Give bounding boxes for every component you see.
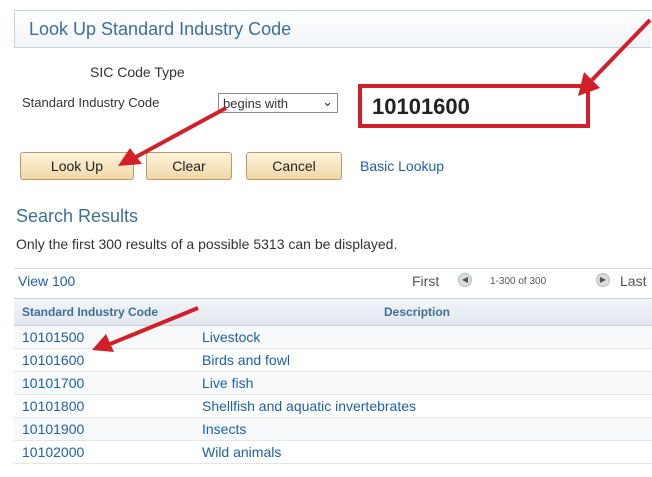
column-header-code[interactable]: Standard Industry Code — [22, 305, 158, 319]
row-description-link[interactable]: Birds and fowl — [202, 352, 290, 368]
row-description-link[interactable]: Insects — [202, 421, 246, 437]
results-navigation: View 100 First ◀ 1-300 of 300 ▶ Last — [14, 268, 652, 293]
standard-industry-code-label: Standard Industry Code — [22, 95, 160, 110]
table-row: 10102000 Wild animals — [14, 441, 652, 464]
sic-code-input[interactable]: 10101600 — [358, 84, 590, 128]
sic-code-type-label: SIC Code Type — [90, 64, 185, 80]
page-header: Look Up Standard Industry Code — [14, 10, 651, 48]
row-code-link[interactable]: 10101600 — [22, 352, 84, 368]
row-code-link[interactable]: 10101500 — [22, 329, 84, 345]
sic-code-input-value: 10101600 — [372, 94, 470, 119]
basic-lookup-link[interactable]: Basic Lookup — [360, 158, 444, 174]
circle-right-arrow-icon[interactable]: ▶ — [596, 273, 610, 287]
search-operator-select[interactable]: begins with ⌄ — [218, 93, 338, 113]
table-header: Standard Industry Code Description — [14, 298, 652, 326]
row-code-link[interactable]: 10101700 — [22, 375, 84, 391]
circle-left-arrow-icon[interactable]: ◀ — [458, 273, 472, 287]
look-up-button[interactable]: Look Up — [20, 152, 134, 180]
cancel-button[interactable]: Cancel — [246, 152, 342, 180]
row-description-link[interactable]: Shellfish and aquatic invertebrates — [202, 398, 416, 414]
first-page-link[interactable]: First — [412, 273, 439, 289]
row-code-link[interactable]: 10101800 — [22, 398, 84, 414]
page-title: Look Up Standard Industry Code — [29, 19, 292, 39]
table-row: 10101500 Livestock — [14, 326, 652, 349]
row-description-link[interactable]: Wild animals — [202, 444, 281, 460]
table-row: 10101900 Insects — [14, 418, 652, 441]
row-code-link[interactable]: 10102000 — [22, 444, 84, 460]
search-results-heading: Search Results — [16, 206, 139, 226]
results-table: Standard Industry Code Description 10101… — [14, 298, 652, 464]
results-limit-note: Only the first 300 results of a possible… — [16, 236, 398, 252]
chevron-down-icon: ⌄ — [322, 94, 333, 109]
view-100-link[interactable]: View 100 — [18, 273, 75, 289]
clear-button[interactable]: Clear — [146, 152, 232, 180]
row-description-link[interactable]: Live fish — [202, 375, 253, 391]
column-header-description[interactable]: Description — [384, 305, 450, 319]
last-page-link[interactable]: Last — [620, 273, 646, 289]
row-description-link[interactable]: Livestock — [202, 329, 260, 345]
table-row: 10101800 Shellfish and aquatic invertebr… — [14, 395, 652, 418]
table-row: 10101600 Birds and fowl — [14, 349, 652, 372]
results-range: 1-300 of 300 — [490, 276, 547, 287]
search-operator-value: begins with — [223, 96, 289, 111]
table-row: 10101700 Live fish — [14, 372, 652, 395]
row-code-link[interactable]: 10101900 — [22, 421, 84, 437]
